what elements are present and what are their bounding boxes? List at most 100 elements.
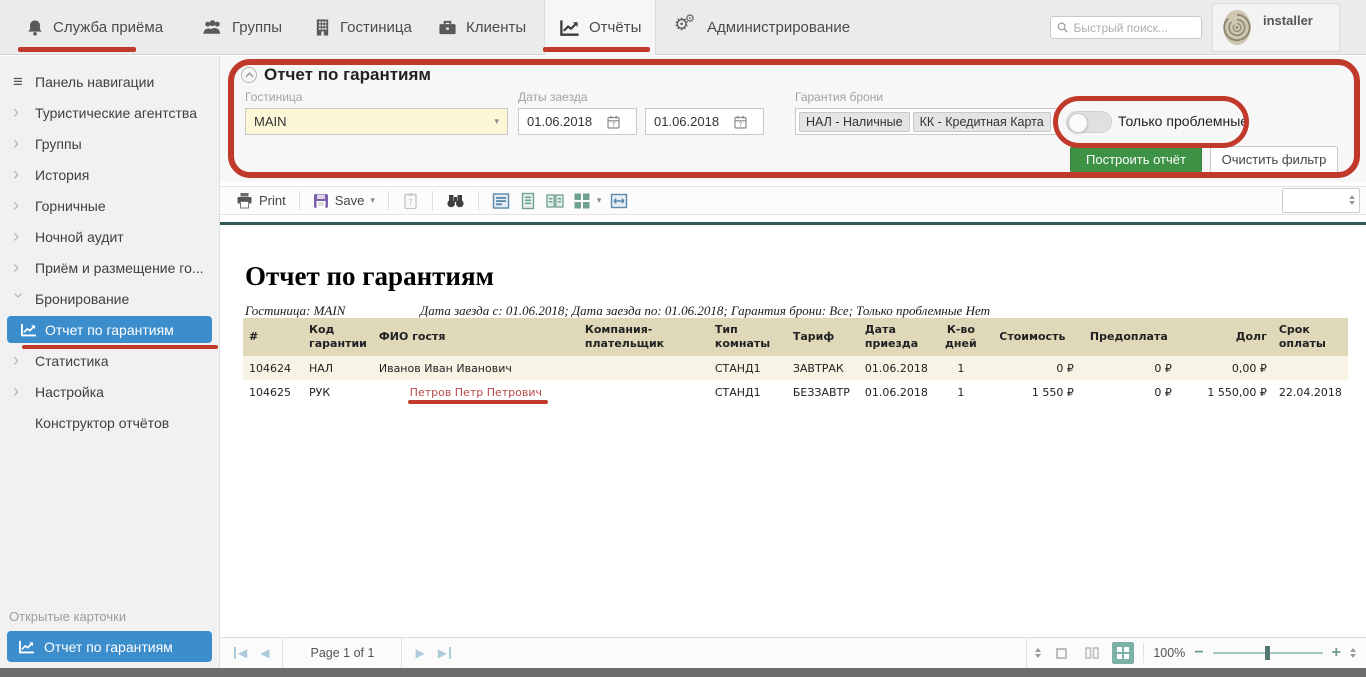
separator — [282, 638, 283, 668]
view-single-page-button[interactable] — [492, 192, 510, 210]
calendar-icon[interactable]: 7 — [607, 115, 620, 129]
report-column-header: Долг — [1178, 318, 1273, 356]
page-width-button[interactable] — [610, 192, 628, 210]
sidebar-item-history[interactable]: › История — [0, 159, 219, 190]
sidebar-item-label: Ночной аудит — [35, 229, 124, 245]
problem-only-toggle[interactable] — [1066, 111, 1112, 133]
nav-tab-hotel[interactable]: Гостиница — [300, 0, 426, 55]
report-cell: Иванов Иван Иванович — [373, 356, 579, 380]
report-cell: 1 — [937, 356, 985, 380]
chevron-down-icon: › — [12, 292, 26, 304]
building-icon — [314, 18, 331, 37]
sidebar-item-housekeeping[interactable]: › Горничные — [0, 190, 219, 221]
zoom-out-button[interactable]: − — [1194, 645, 1203, 661]
print-button[interactable]: Print — [236, 192, 286, 209]
report-column-header: Дата приезда — [859, 318, 937, 356]
printer-icon — [236, 192, 253, 209]
find-button[interactable] — [446, 193, 465, 208]
grid-icon — [1117, 647, 1129, 659]
sidebar-item-label: Конструктор отчётов — [35, 415, 169, 431]
report-cell: 104625 — [243, 380, 303, 404]
quick-search-input[interactable] — [1073, 21, 1195, 35]
chevron-right-icon: › — [13, 384, 25, 398]
date-to-input[interactable] — [646, 114, 732, 129]
filter-panel: Отчет по гарантиям Гостиница MAIN ▾ Даты… — [220, 56, 1366, 182]
sidebar-navigation: ≡ Панель навигации › Туристические агент… — [0, 56, 220, 668]
zoom-slider[interactable] — [1213, 652, 1323, 654]
nav-tab-clients[interactable]: Клиенты — [424, 0, 540, 55]
report-cell: НАЛ — [303, 356, 373, 380]
date-to-field: 7 — [645, 108, 764, 135]
toolbar-overflow-dropdown[interactable] — [1282, 188, 1360, 213]
chevron-down-icon: ▾ — [370, 195, 375, 206]
view-continuous-button[interactable] — [519, 192, 537, 210]
sidebar-item-statistics[interactable]: › Статистика — [0, 345, 219, 376]
build-report-button[interactable]: Построить отчёт — [1070, 146, 1202, 173]
view-mode-facing-button[interactable] — [1081, 642, 1103, 664]
nav-tab-administration[interactable]: ⚙⚙ Администрирование — [662, 0, 864, 55]
briefcase-icon — [438, 19, 457, 36]
view-facing-pages-button[interactable] — [546, 192, 564, 210]
chevron-down-icon: ▾ — [597, 195, 602, 206]
save-button[interactable]: Save ▾ — [313, 193, 375, 209]
nav-tab-groups[interactable]: Группы — [188, 0, 296, 55]
sidebar-item-night-audit[interactable]: › Ночной аудит — [0, 221, 219, 252]
clipboard-button[interactable]: ? — [402, 192, 419, 210]
zoom-slider-handle[interactable] — [1265, 646, 1270, 660]
guarantee-tag[interactable]: Б — [1054, 112, 1058, 132]
toolbar-separator — [478, 191, 479, 211]
sidebar-item-label: Приём и размещение го... — [35, 260, 204, 276]
chart-icon — [18, 640, 35, 654]
sidebar-item-checkin[interactable]: › Приём и размещение го... — [0, 252, 219, 283]
sidebar-item-travel-agencies[interactable]: › Туристические агентства — [0, 97, 219, 128]
sidebar-item-settings[interactable]: › Настройка — [0, 376, 219, 407]
report-cell — [1273, 356, 1348, 380]
report-column-header: ФИО гостя — [373, 318, 579, 356]
report-cell: 0 ₽ — [1080, 356, 1178, 380]
first-page-button[interactable]: ◀ — [234, 647, 247, 659]
guarantee-multiselect[interactable]: НАЛ - Наличные КК - Кредитная Карта Б — [795, 108, 1058, 135]
zoom-in-button[interactable]: + — [1332, 645, 1341, 661]
sidebar-item-nav-panel[interactable]: ≡ Панель навигации — [0, 66, 219, 97]
report-filter-summary-hotel: Гостиница: MAIN — [245, 303, 345, 319]
nav-tab-label: Служба приёма — [53, 19, 163, 36]
chevron-right-icon: › — [13, 105, 25, 119]
open-card-guarantee-report[interactable]: Отчет по гарантиям — [7, 631, 212, 662]
annotation-underline-reception-tab — [18, 47, 136, 52]
report-cell: 1 — [937, 380, 985, 404]
sidebar-item-guarantee-report[interactable]: Отчет по гарантиям — [7, 316, 212, 343]
sidebar-item-groups[interactable]: › Группы — [0, 128, 219, 159]
view-mode-grid-button[interactable] — [1112, 642, 1134, 664]
nav-tab-label: Отчёты — [589, 19, 641, 36]
sidebar-item-booking[interactable]: › Бронирование — [0, 283, 219, 314]
table-row[interactable]: 104624НАЛИванов Иван ИвановичСТАНД1ЗАВТР… — [243, 356, 1348, 380]
sidebar-item-report-builder[interactable]: Конструктор отчётов — [0, 407, 219, 438]
report-column-header: # — [243, 318, 303, 356]
app-window: Служба приёма Группы Гостиница Клиенты О… — [0, 0, 1366, 677]
calendar-icon[interactable]: 7 — [734, 115, 747, 129]
previous-page-button[interactable]: ◀ — [260, 647, 269, 659]
menu-icon: ≡ — [13, 75, 25, 89]
sidebar-item-label: Отчет по гарантиям — [45, 322, 174, 338]
date-from-input[interactable] — [519, 114, 605, 129]
next-page-button[interactable]: ▶ — [415, 647, 424, 659]
guarantee-tag[interactable]: КК - Кредитная Карта — [913, 112, 1051, 132]
open-cards-section: Открытые карточки Отчет по гарантиям — [0, 609, 219, 662]
sidebar-item-label: Горничные — [35, 198, 106, 214]
report-column-header: Тариф — [787, 318, 859, 356]
annotation-underline-reports-tab — [543, 47, 650, 52]
user-menu[interactable]: installer — [1212, 3, 1340, 52]
nav-tab-label: Группы — [232, 19, 282, 36]
last-page-button[interactable]: ▶ — [438, 647, 451, 659]
clear-filter-button[interactable]: Очистить фильтр — [1210, 146, 1338, 173]
view-mode-single-button[interactable] — [1050, 642, 1072, 664]
binoculars-icon — [446, 193, 465, 208]
view-multiple-pages-button[interactable]: ▾ — [573, 192, 602, 210]
report-viewport: Отчет по гарантиям Гостиница: MAIN Дата … — [220, 225, 1366, 637]
guarantee-tag[interactable]: НАЛ - Наличные — [799, 112, 910, 132]
chevron-down-icon: ▾ — [494, 116, 499, 127]
user-avatar — [1220, 7, 1254, 48]
collapse-panel-icon[interactable] — [241, 67, 257, 83]
report-cell: 1 550,00 ₽ — [1178, 380, 1273, 404]
hotel-select[interactable]: MAIN ▾ — [245, 108, 508, 135]
